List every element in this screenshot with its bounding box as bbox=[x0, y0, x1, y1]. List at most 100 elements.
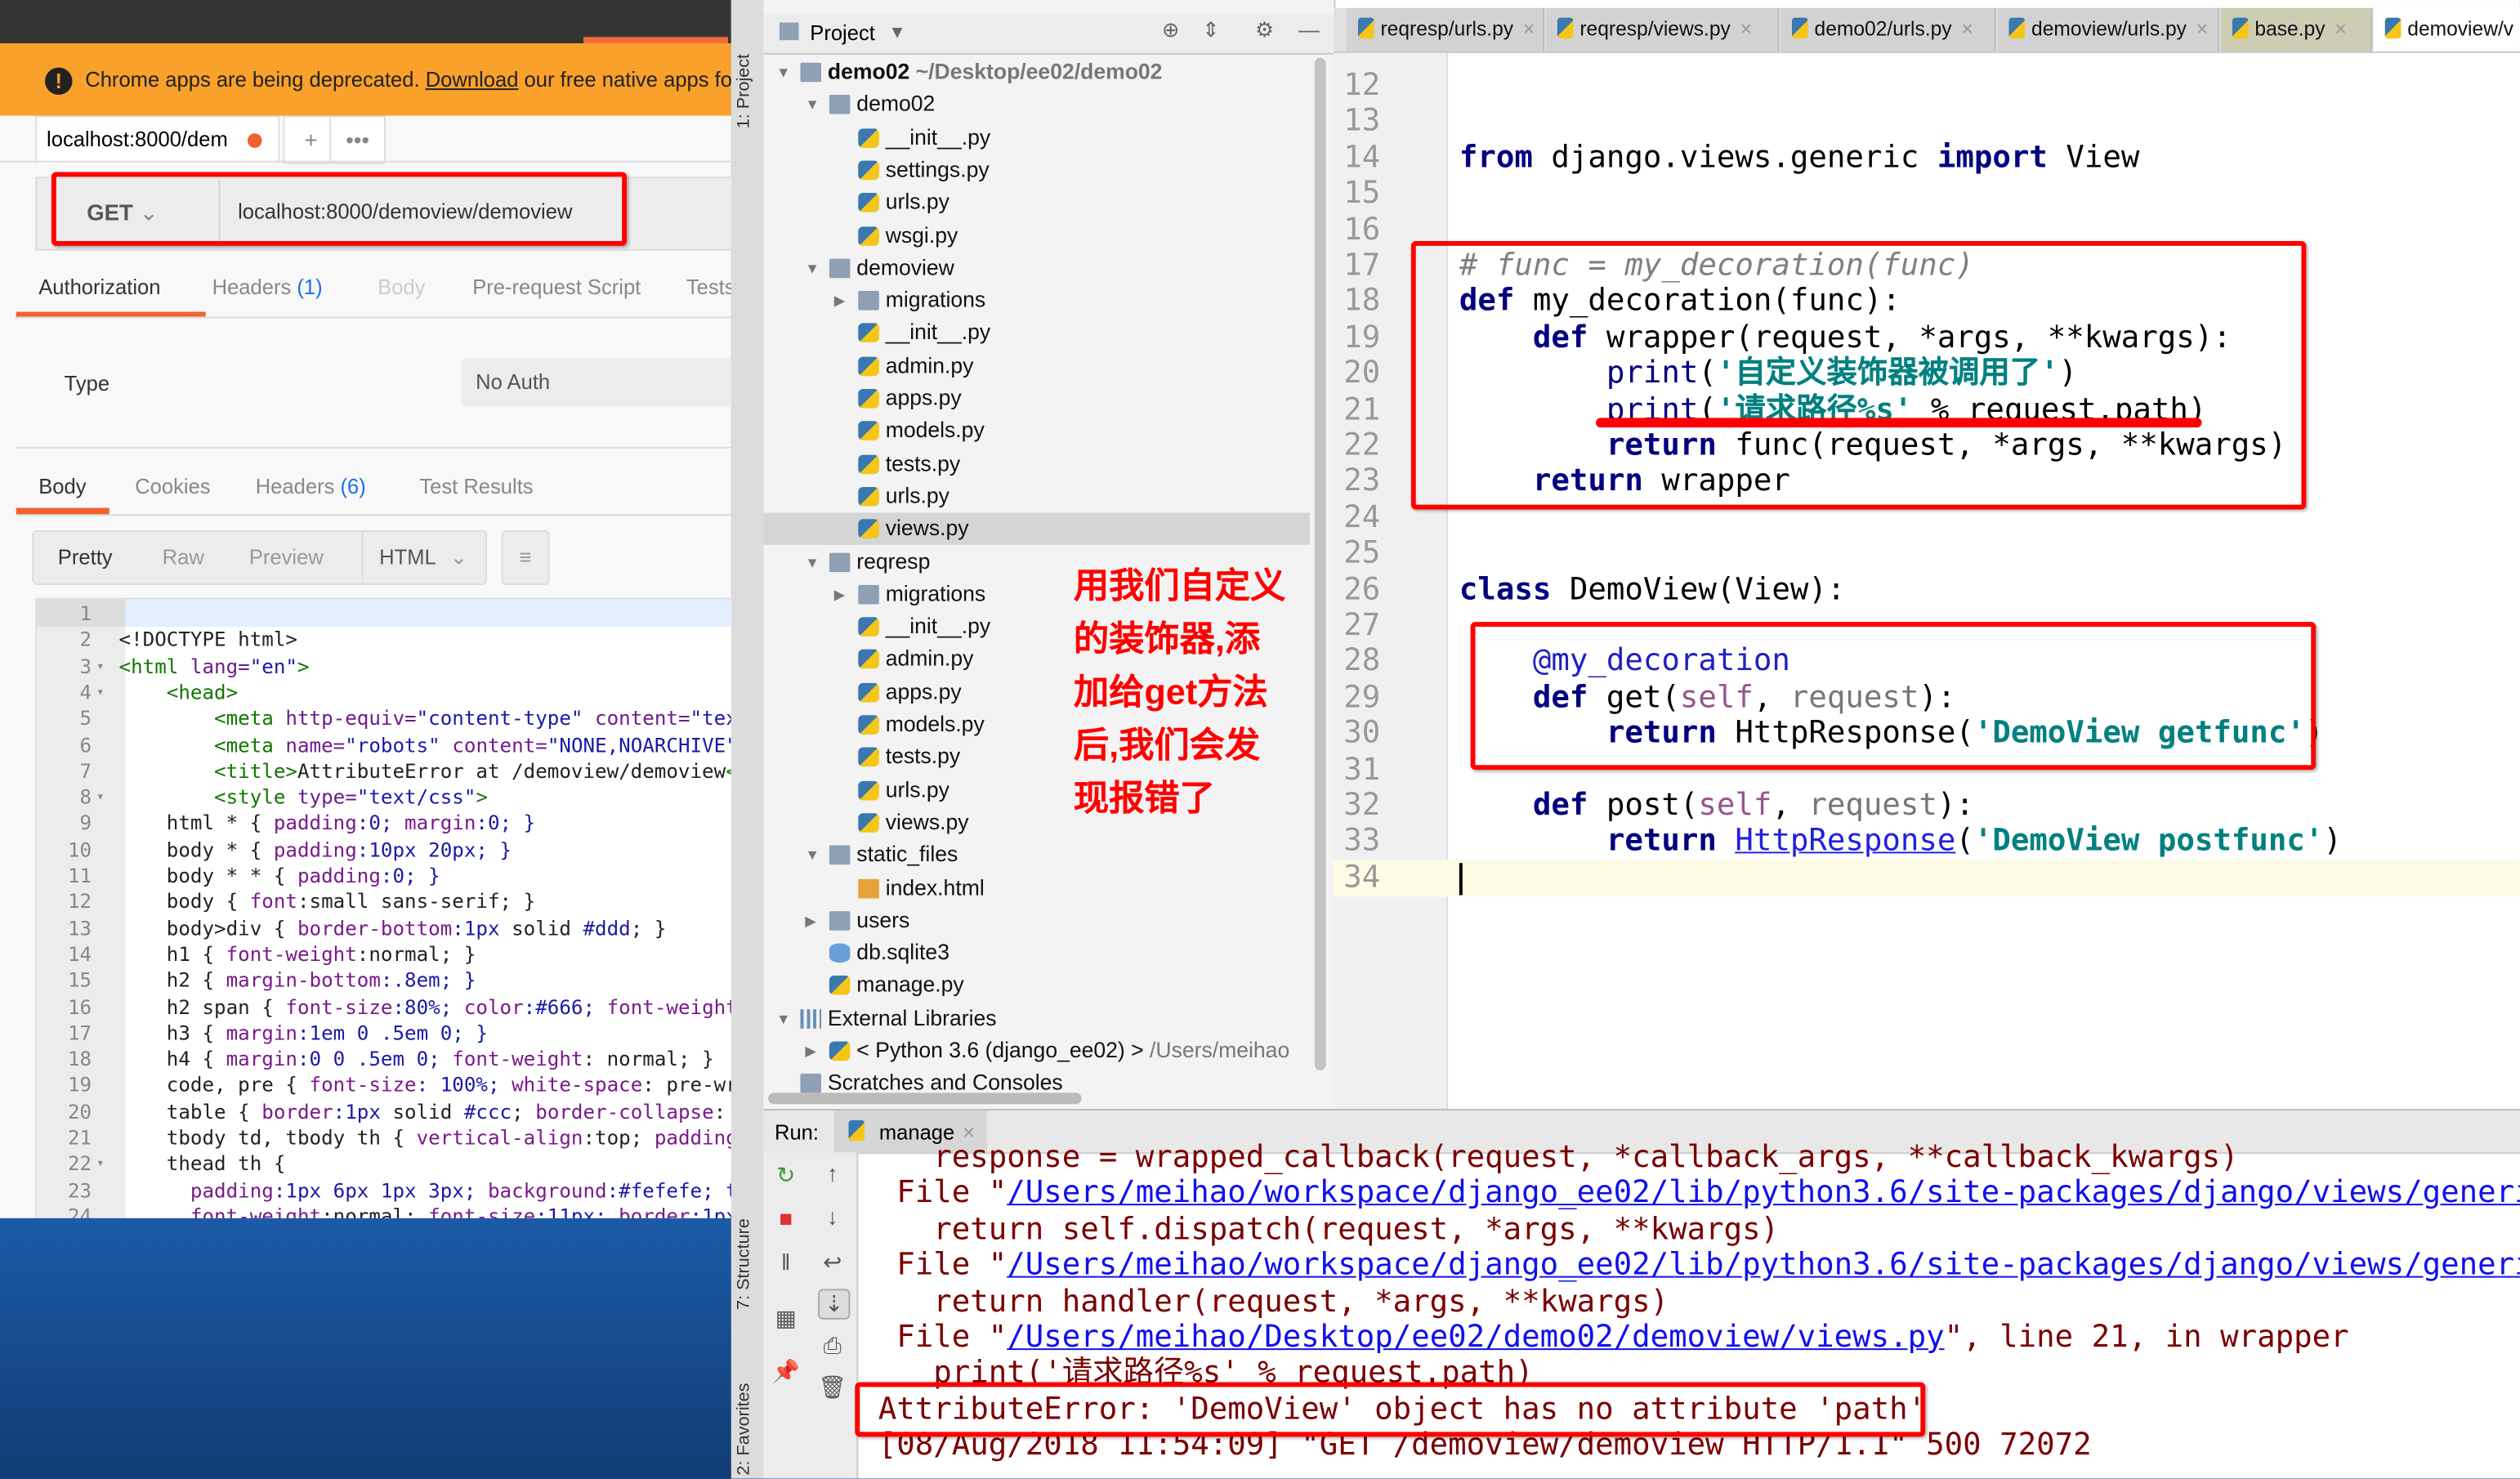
gear-icon[interactable]: ⚙ bbox=[1255, 18, 1274, 43]
tree-item-name: __init__.py bbox=[885, 320, 991, 345]
expand-arrow-icon[interactable]: ▼ bbox=[805, 252, 820, 284]
rerun-icon[interactable]: ↻ bbox=[771, 1162, 800, 1189]
code-line: 12 body { font:small sans-serif; } bbox=[37, 889, 731, 914]
tree-item-label: models.py bbox=[886, 415, 985, 447]
down-icon[interactable]: ↓ bbox=[818, 1204, 847, 1229]
collapse-arrow-icon[interactable]: ▶ bbox=[805, 1035, 816, 1067]
close-icon[interactable]: × bbox=[1740, 18, 1752, 41]
vertical-scrollbar[interactable] bbox=[1314, 57, 1326, 1070]
horizontal-scrollbar[interactable] bbox=[768, 1092, 1082, 1105]
locate-icon[interactable]: ⊕ bbox=[1162, 18, 1179, 43]
line-number: 21 bbox=[67, 1126, 92, 1150]
py-icon bbox=[858, 682, 879, 702]
expand-arrow-icon[interactable]: ▼ bbox=[776, 56, 791, 88]
line-number: 10 bbox=[67, 838, 92, 861]
collapse-icon[interactable]: ⇕ bbox=[1202, 18, 1219, 43]
code-text: h4 { margin:0 0 .5em 0; font-weight: nor… bbox=[119, 1047, 714, 1072]
code-token: <style bbox=[118, 785, 297, 809]
code-token: #ccc bbox=[463, 1100, 512, 1124]
close-icon[interactable]: × bbox=[1961, 18, 1973, 41]
format-select[interactable]: HTML ⌄ bbox=[361, 530, 487, 585]
code-token: post( bbox=[1606, 787, 1699, 824]
auth-type-select[interactable]: No Auth bbox=[461, 358, 731, 407]
code-token: html * { bbox=[118, 812, 274, 835]
auth-type-label: Type bbox=[64, 371, 110, 395]
print-icon[interactable]: ⎙ bbox=[818, 1332, 847, 1359]
project-view-select[interactable]: Project bbox=[810, 21, 875, 46]
tab-body[interactable]: Body bbox=[378, 275, 425, 299]
tab-tests[interactable]: Tests bbox=[686, 275, 731, 299]
up-icon[interactable]: ↑ bbox=[818, 1160, 847, 1186]
code-text: <style type="text/css"> bbox=[119, 784, 488, 810]
wrap-lines-button[interactable]: ≡ bbox=[501, 530, 550, 585]
editor-tab[interactable]: reqresp/views.py × bbox=[1546, 7, 1780, 51]
line-number: 3 bbox=[79, 655, 92, 678]
fold-arrow-icon[interactable]: ▾ bbox=[96, 654, 104, 679]
close-icon[interactable]: × bbox=[1523, 18, 1535, 41]
project-tool-button[interactable]: 1: Project bbox=[735, 54, 754, 128]
file-link[interactable]: /Users/meihao/workspace/django_ee02/lib/… bbox=[1007, 1175, 2520, 1210]
fold-arrow-icon[interactable]: ▾ bbox=[96, 1151, 104, 1177]
layout-icon[interactable]: ▦ bbox=[771, 1305, 800, 1332]
pin-icon[interactable]: 📌 bbox=[771, 1358, 800, 1385]
file-link[interactable]: /Users/meihao/Desktop/ee02/demo02/demovi… bbox=[1007, 1320, 1944, 1355]
fold-arrow-icon[interactable]: ▾ bbox=[96, 680, 104, 705]
editor-tab[interactable]: demoview/v bbox=[2373, 7, 2520, 51]
editor-tab-label: demoview/urls.py bbox=[2031, 17, 2187, 41]
tree-item-name: urls.py bbox=[885, 190, 949, 214]
line-number: 23 bbox=[1343, 463, 1381, 499]
code-text: class DemoView(View): bbox=[1459, 571, 1845, 606]
collapse-arrow-icon[interactable]: ▶ bbox=[834, 579, 846, 610]
tab-test-results[interactable]: Test Results bbox=[419, 474, 533, 498]
tree-item-label: tests.py bbox=[886, 741, 961, 773]
console-line: File "/Users/meihao/Desktop/ee02/demo02/… bbox=[860, 1320, 2348, 1355]
tab-pre-request-script[interactable]: Pre-request Script bbox=[472, 275, 641, 299]
tree-item-name: __init__.py bbox=[885, 124, 991, 150]
collapse-arrow-icon[interactable]: ▶ bbox=[834, 284, 846, 316]
editor-tab[interactable]: base.py × bbox=[2221, 7, 2372, 51]
hide-icon[interactable]: — bbox=[1298, 18, 1320, 42]
code-editor[interactable]: 12 13 14 from django.views.generic import V… bbox=[1334, 52, 2520, 1110]
collapse-arrow-icon[interactable]: ▶ bbox=[805, 905, 816, 936]
response-body[interactable]: 1 2 <!DOCTYPE html> 3 ▾ <html lang="en"> 4 ▾ <h… bbox=[35, 597, 731, 1222]
scroll-to-end-icon[interactable]: ⇣ bbox=[818, 1289, 851, 1320]
fold-arrow-icon[interactable]: ▾ bbox=[96, 784, 104, 810]
expand-arrow-icon[interactable]: ▼ bbox=[776, 1003, 791, 1034]
code-line: 20 table { border:1px solid #ccc; border… bbox=[37, 1099, 731, 1124]
editor-tab[interactable]: demo02/urls.py × bbox=[1781, 7, 1996, 51]
stop-icon[interactable]: ■ bbox=[771, 1205, 800, 1231]
pause-icon[interactable]: ‖ bbox=[771, 1249, 800, 1274]
more-tabs-button[interactable]: ••• bbox=[329, 115, 386, 164]
expand-arrow-icon[interactable]: ▼ bbox=[805, 89, 820, 121]
close-icon[interactable]: × bbox=[2335, 18, 2346, 41]
console-text: File " bbox=[860, 1247, 1008, 1283]
trash-icon[interactable]: 🗑 bbox=[818, 1374, 847, 1401]
editor-tab[interactable]: reqresp/urls.py × bbox=[1347, 7, 1545, 51]
structure-tool-button[interactable]: 7: Structure bbox=[735, 1218, 754, 1310]
expand-arrow-icon[interactable]: ▼ bbox=[805, 839, 820, 871]
expand-arrow-icon[interactable]: ▼ bbox=[805, 546, 820, 578]
tab-body[interactable]: Body bbox=[38, 474, 86, 498]
request-tab[interactable]: localhost:8000/dem bbox=[35, 115, 280, 163]
close-icon[interactable]: × bbox=[2196, 18, 2208, 41]
py-icon bbox=[858, 388, 879, 409]
code-text: <!DOCTYPE html> bbox=[119, 628, 297, 653]
editor-tab[interactable]: demoview/urls.py × bbox=[1997, 7, 2220, 51]
code-token: DemoView(View): bbox=[1569, 571, 1846, 607]
view-preview[interactable]: Preview bbox=[249, 532, 324, 583]
console-text: return handler(request, *args, **kwargs) bbox=[860, 1283, 1669, 1319]
favorites-tool-button[interactable]: 2: Favorites bbox=[735, 1383, 754, 1475]
code-token: :1em 0 .5em 0; } bbox=[297, 1021, 488, 1045]
tab-cookies[interactable]: Cookies bbox=[135, 474, 210, 498]
tab-headers[interactable]: Headers (1) bbox=[212, 275, 323, 299]
tab-label: Pre-request Script bbox=[472, 275, 641, 299]
download-link[interactable]: Download bbox=[426, 68, 519, 92]
tree-item-name: __init__.py bbox=[885, 614, 991, 639]
view-pretty[interactable]: Pretty bbox=[58, 532, 113, 583]
tab-authorization[interactable]: Authorization bbox=[38, 275, 160, 299]
soft-wrap-icon[interactable]: ↩ bbox=[818, 1249, 847, 1276]
file-link[interactable]: /Users/meihao/workspace/django_ee02/lib/… bbox=[1007, 1248, 2520, 1283]
view-raw[interactable]: Raw bbox=[163, 532, 204, 583]
code-text: <html lang="en"> bbox=[119, 654, 310, 679]
tab-headers[interactable]: Headers (6) bbox=[256, 474, 366, 498]
